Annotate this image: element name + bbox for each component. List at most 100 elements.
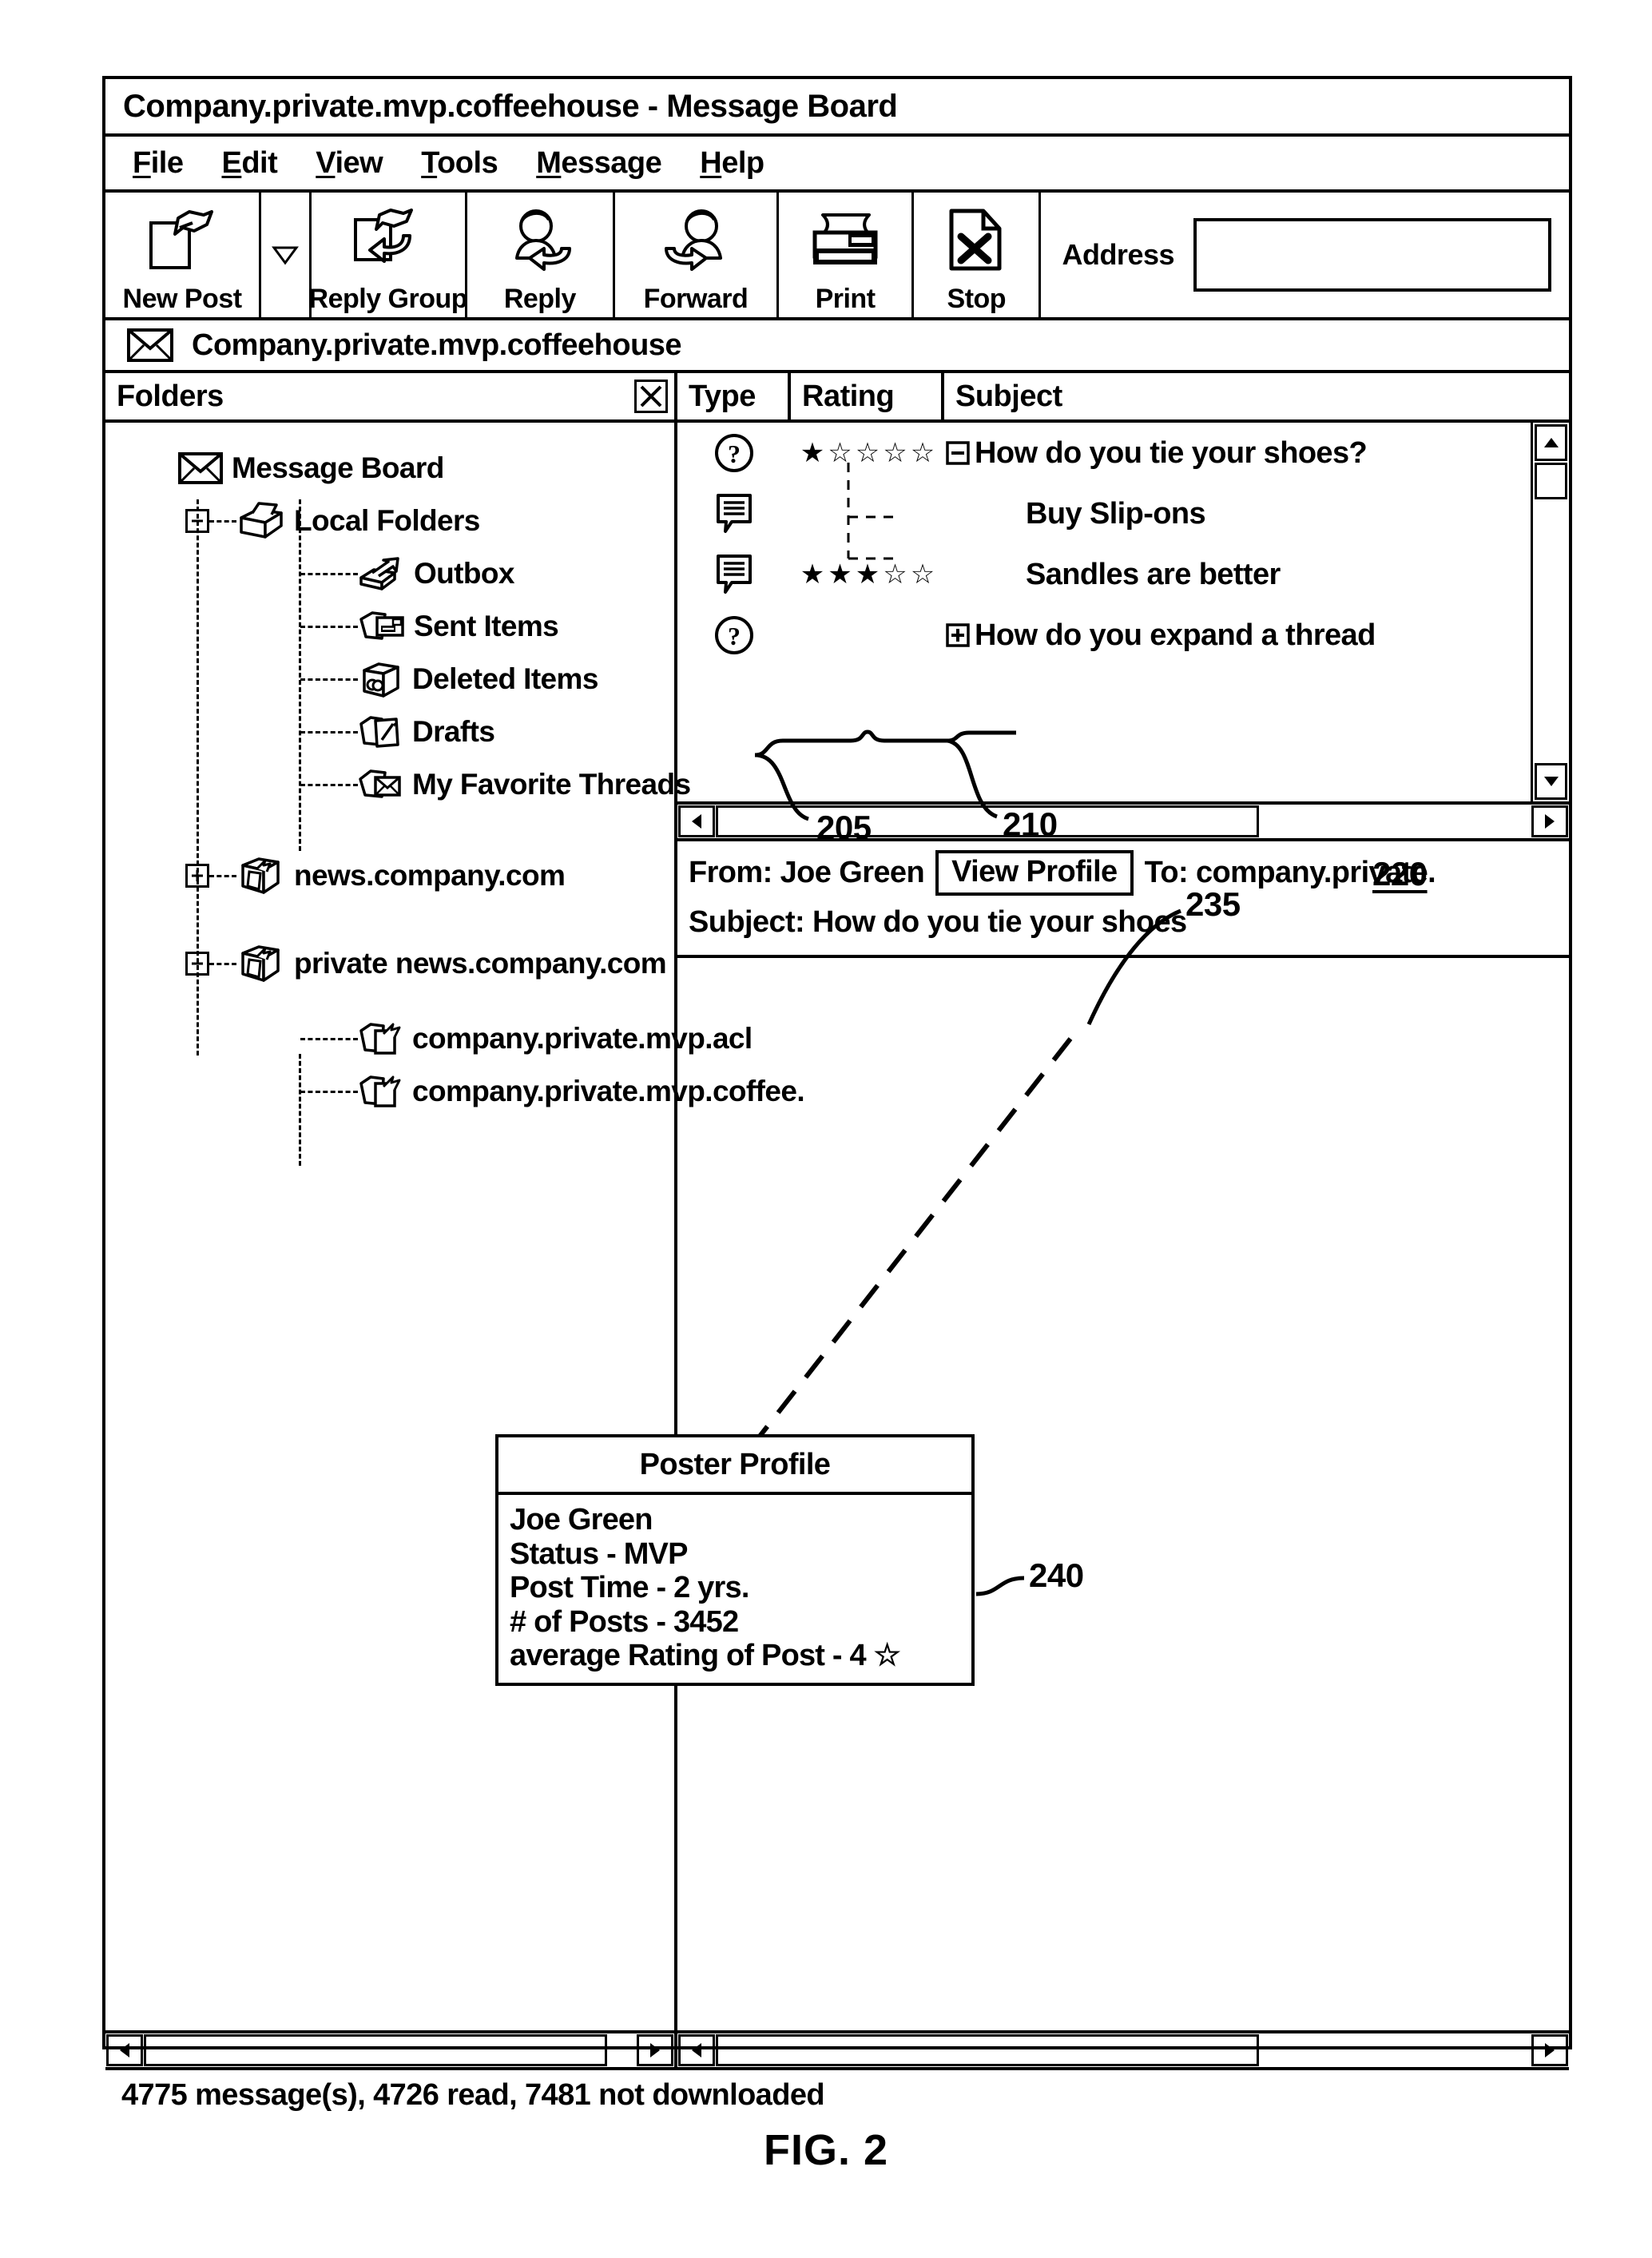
message-body-horizontal-scrollbar[interactable]	[677, 2033, 1569, 2067]
scroll-track[interactable]	[1533, 501, 1569, 761]
scroll-thumb[interactable]	[1535, 463, 1567, 499]
scroll-down-button[interactable]	[1535, 763, 1567, 800]
expand-plus-icon[interactable]	[185, 864, 209, 888]
poster-profile-line: # of Posts - 3452	[510, 1604, 739, 1639]
menu-mnemonic: E	[221, 145, 242, 180]
question-mark-icon: ?	[713, 432, 755, 474]
column-header-rating[interactable]: Rating	[791, 373, 944, 419]
current-group-bar: Company.private.mvp.coffeehouse	[105, 320, 1569, 373]
toolbar-reply-group-button[interactable]: Reply Group	[309, 193, 468, 317]
folder-item-news-company-com[interactable]: news.company.com	[185, 849, 674, 902]
menu-item-view[interactable]: View	[316, 146, 383, 181]
folder-item-my-favorite-threads[interactable]: My Favorite Threads	[300, 758, 691, 811]
address-input[interactable]	[1193, 218, 1552, 292]
toolbar-new-post-dropdown[interactable]	[261, 193, 312, 317]
toolbar-button-label: Forward	[643, 284, 749, 314]
folder-item-outbox[interactable]: Outbox	[300, 547, 674, 600]
message-board-window: Company.private.mvp.coffeehouse - Messag…	[102, 76, 1572, 2112]
toolbar: New Post Reply Group Reply Forward Print…	[105, 193, 1569, 320]
collapse-minus-icon[interactable]	[946, 441, 970, 465]
scroll-right-button[interactable]	[1531, 2034, 1568, 2066]
message-header: From: Joe Green View Profile To: company…	[677, 841, 1569, 958]
scroll-thumb[interactable]	[144, 2034, 607, 2066]
stop-icon	[925, 199, 1027, 282]
new-post-icon	[117, 199, 248, 282]
collapse-minus-icon[interactable]	[185, 509, 209, 533]
scroll-right-button[interactable]	[637, 2034, 673, 2066]
address-label: Address	[1062, 238, 1175, 271]
message-row[interactable]: ? How do you expand a thread	[677, 605, 1531, 666]
message-list-vertical-scrollbar[interactable]	[1531, 423, 1569, 801]
newsgroup-icon	[358, 1072, 404, 1111]
view-profile-button[interactable]: View Profile	[935, 849, 1134, 896]
scroll-left-button[interactable]	[106, 2034, 143, 2066]
toolbar-forward-button[interactable]: Forward	[615, 193, 779, 317]
folder-item-private-news-company-com[interactable]: private news.company.com	[185, 937, 674, 990]
forward-icon	[626, 199, 765, 282]
folder-item-drafts[interactable]: Drafts	[300, 706, 674, 758]
scroll-left-button[interactable]	[678, 2034, 715, 2066]
folder-item-company-private-mvp-acl[interactable]: company.private.mvp.acl	[300, 1012, 753, 1065]
tree-connector	[209, 874, 236, 877]
menu-item-file[interactable]: File	[133, 146, 184, 181]
message-subject-cell: Buy Slip-ons	[944, 497, 1531, 531]
message-rating-cell: ★ ☆ ☆ ☆ ☆	[791, 439, 944, 467]
poster-profile-line: Joe Green	[510, 1503, 653, 1536]
scroll-thumb[interactable]	[716, 2034, 1259, 2066]
toolbar-reply-button[interactable]: Reply	[467, 193, 615, 317]
menu-item-edit[interactable]: Edit	[221, 146, 277, 181]
open-box-icon	[236, 500, 286, 542]
scroll-track[interactable]	[1259, 2033, 1531, 2067]
folder-item-label: Local Folders	[294, 504, 480, 537]
menu-item-help[interactable]: Help	[700, 146, 764, 181]
folders-horizontal-scrollbar[interactable]	[105, 2033, 677, 2067]
message-row[interactable]: ★ ★ ★ ☆ ☆ Sandles are better	[677, 544, 1531, 605]
message-subject-header: Subject: How do you tie your shoes	[689, 904, 1187, 939]
folder-item-company-private-mvp-coffee[interactable]: company.private.mvp.coffee.	[300, 1065, 805, 1118]
folder-item-label: My Favorite Threads	[412, 768, 691, 801]
scroll-right-button[interactable]	[1531, 805, 1568, 837]
collapse-minus-icon[interactable]	[185, 952, 209, 976]
tree-connector	[209, 519, 236, 523]
scroll-track[interactable]	[607, 2033, 636, 2067]
scroll-track[interactable]	[1259, 805, 1531, 838]
sent-items-icon	[358, 608, 406, 645]
tree-connector	[300, 572, 358, 575]
folder-item-local-folders[interactable]: Local Folders	[185, 495, 674, 547]
message-row[interactable]: ? ★ ☆ ☆ ☆ ☆ How do you tie your shoes?	[677, 423, 1531, 483]
message-header-line-1: From: Joe Green View Profile To: company…	[689, 848, 1569, 897]
message-row[interactable]: Buy Slip-ons	[677, 483, 1531, 544]
message-subject-cell: How do you tie your shoes?	[944, 436, 1531, 471]
toolbar-print-button[interactable]: Print	[779, 193, 915, 317]
main-split: Message Board Local Folders Outbox Sent …	[105, 423, 1569, 2030]
message-type-cell: ?	[677, 614, 791, 656]
toolbar-stop-button[interactable]: Stop	[914, 193, 1042, 317]
message-subject-label: How do you expand a thread	[975, 618, 1376, 652]
scroll-up-button[interactable]	[1535, 424, 1567, 461]
print-icon	[790, 199, 900, 282]
tree-connector	[209, 962, 236, 965]
menu-item-message[interactable]: Message	[536, 146, 662, 181]
column-header-type[interactable]: Type	[677, 373, 791, 419]
poster-profile-line: Post Time - 2 yrs.	[510, 1571, 749, 1605]
column-header-subject[interactable]: Subject	[944, 373, 1569, 419]
menu-mnemonic: V	[316, 145, 336, 180]
drafts-icon	[358, 713, 404, 751]
tree-connector	[300, 1037, 358, 1040]
message-list-horizontal-scrollbar[interactable]	[677, 801, 1569, 841]
scroll-thumb[interactable]	[716, 805, 1259, 837]
scroll-left-button[interactable]	[678, 805, 715, 837]
menu-item-tools[interactable]: Tools	[421, 146, 498, 181]
expand-plus-icon[interactable]	[946, 623, 970, 647]
folder-item-deleted-items[interactable]: Deleted Items	[300, 653, 674, 706]
tree-connector	[300, 678, 358, 681]
folder-item-message-board[interactable]: Message Board	[177, 442, 674, 495]
svg-text:?: ?	[728, 622, 741, 650]
message-rating-cell: ★ ★ ★ ☆ ☆	[791, 561, 944, 588]
toolbar-new-post-button[interactable]: New Post	[105, 193, 262, 317]
trash-box-icon	[358, 659, 404, 699]
menu-label: dit	[241, 145, 278, 180]
folder-item-sent-items[interactable]: Sent Items	[300, 600, 674, 653]
close-x-icon[interactable]	[634, 380, 668, 413]
menu-mnemonic: T	[421, 145, 438, 180]
